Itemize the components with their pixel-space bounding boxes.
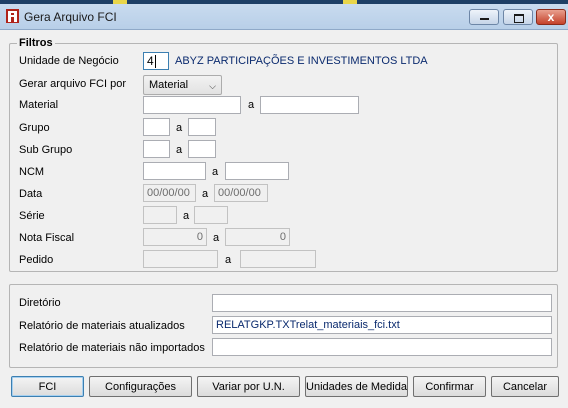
chevron-down-icon: ⌵ xyxy=(209,81,216,91)
fci-button[interactable]: FCI xyxy=(11,376,84,397)
material-from-input[interactable] xyxy=(143,96,241,114)
gerar-por-selected: Material xyxy=(149,79,189,91)
rel-nao-importados-label: Relatório de materiais não importados xyxy=(19,342,205,354)
filters-legend: Filtros xyxy=(17,37,55,49)
variar-un-button[interactable]: Variar por U.N. xyxy=(197,376,300,397)
maximize-icon xyxy=(514,14,524,23)
ncm-label: NCM xyxy=(19,166,45,178)
data-range-sep: a xyxy=(202,188,209,200)
grupo-range-sep: a xyxy=(176,122,183,134)
rel-atualizados-label: Relatório de materiais atualizados xyxy=(19,320,185,332)
data-from-input[interactable]: 00/00/00 xyxy=(143,184,196,202)
window-title: Gera Arquivo FCI xyxy=(24,10,117,24)
unidade-negocio-name: ABYZ PARTICIPAÇÕES E INVESTIMENTOS LTDA xyxy=(175,55,428,67)
material-to-input[interactable] xyxy=(260,96,359,114)
text-caret xyxy=(154,55,156,69)
sub-grupo-label: Sub Grupo xyxy=(19,144,73,156)
sub-grupo-range-sep: a xyxy=(176,144,183,156)
material-range-sep: a xyxy=(248,99,255,111)
serie-from-input[interactable] xyxy=(143,206,177,224)
minimize-icon xyxy=(480,18,489,20)
pedido-from-input[interactable] xyxy=(143,250,218,268)
maximize-button[interactable] xyxy=(503,9,533,25)
grupo-from-input[interactable] xyxy=(143,118,170,136)
confirmar-button[interactable]: Confirmar xyxy=(413,376,486,397)
data-label: Data xyxy=(19,188,43,200)
serie-label: Série xyxy=(19,210,45,222)
close-button[interactable]: x xyxy=(536,9,566,25)
sub-grupo-to-input[interactable] xyxy=(188,140,216,158)
unidade-negocio-label: Unidade de Negócio xyxy=(19,55,119,67)
diretorio-input[interactable] xyxy=(212,294,552,312)
pedido-range-sep: a xyxy=(225,254,232,266)
title-bar[interactable]: Gera Arquivo FCI x xyxy=(0,4,568,30)
nota-fiscal-to-input[interactable]: 0 xyxy=(225,228,290,246)
close-icon: x xyxy=(547,10,555,24)
data-to-input[interactable]: 00/00/00 xyxy=(214,184,268,202)
unidades-medida-button[interactable]: Unidades de Medida xyxy=(305,376,408,397)
serie-range-sep: a xyxy=(183,210,190,222)
configuracoes-button[interactable]: Configurações xyxy=(89,376,192,397)
ncm-from-input[interactable] xyxy=(143,162,206,180)
grupo-label: Grupo xyxy=(19,122,50,134)
cancelar-button[interactable]: Cancelar xyxy=(491,376,559,397)
gerar-por-select[interactable]: Material ⌵ xyxy=(143,75,222,95)
serie-to-input[interactable] xyxy=(194,206,228,224)
ncm-to-input[interactable] xyxy=(225,162,289,180)
pedido-to-input[interactable] xyxy=(240,250,316,268)
unidade-negocio-code-value: 4 xyxy=(147,54,154,68)
nota-fiscal-label: Nota Fiscal xyxy=(19,232,75,244)
pedido-label: Pedido xyxy=(19,254,54,266)
sub-grupo-from-input[interactable] xyxy=(143,140,170,158)
rel-atualizados-input[interactable]: RELATGKP.TXTrelat_materiais_fci.txt xyxy=(212,316,552,334)
material-label: Material xyxy=(19,99,59,111)
grupo-to-input[interactable] xyxy=(188,118,216,136)
minimize-button[interactable] xyxy=(469,9,499,25)
gerar-por-label: Gerar arquivo FCI por xyxy=(19,78,126,90)
rel-nao-importados-input[interactable] xyxy=(212,338,552,356)
nota-fiscal-from-input[interactable]: 0 xyxy=(143,228,207,246)
diretorio-label: Diretório xyxy=(19,297,61,309)
unidade-negocio-code-input[interactable]: 4 xyxy=(143,52,169,70)
app-icon xyxy=(6,9,19,23)
ncm-range-sep: a xyxy=(212,166,219,178)
nota-fiscal-range-sep: a xyxy=(213,232,220,244)
